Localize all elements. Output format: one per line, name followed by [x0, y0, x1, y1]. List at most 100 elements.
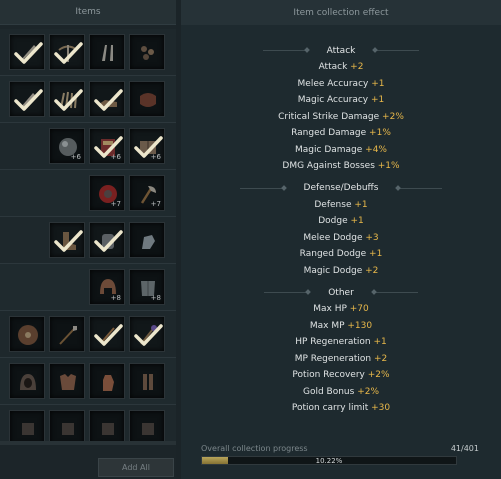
scroll-track[interactable] [0, 441, 176, 445]
item-slot[interactable] [129, 81, 165, 117]
item-row: +7 +7 [0, 170, 176, 217]
item-row [0, 311, 176, 358]
checkmark-icon [134, 324, 163, 346]
divider-line [375, 50, 420, 51]
item-slot[interactable] [9, 81, 45, 117]
stat-label: Attack [318, 62, 348, 72]
item-slot[interactable]: +8 [89, 269, 125, 305]
item-slot[interactable] [9, 316, 45, 352]
items-header-label: Items [75, 7, 101, 17]
stat-line: Magic Dodge +2 [181, 263, 501, 280]
gauntlet-icon [142, 235, 155, 249]
item-slot[interactable] [89, 34, 125, 70]
item-slot[interactable]: +7 [89, 175, 125, 211]
section-title-label: Other [328, 287, 354, 298]
enhancement-level: +8 [150, 294, 161, 302]
greaves-icon [143, 374, 153, 390]
item-slot[interactable]: +8 [129, 269, 165, 305]
item-slot[interactable] [9, 34, 45, 70]
item-slot[interactable] [89, 363, 125, 399]
item-icon [22, 423, 34, 435]
add-all-button[interactable]: Add All [98, 458, 174, 477]
stat-value: +30 [368, 403, 391, 413]
dagger-pair-icon [102, 45, 113, 61]
checkmark-icon [54, 89, 83, 111]
stat-line: Magic Accuracy +1 [181, 92, 501, 109]
stat-value: +1 [368, 78, 385, 89]
beads-icon [141, 46, 154, 60]
item-slot[interactable] [49, 316, 85, 352]
checkmark-icon [94, 230, 123, 252]
stat-value: +2 [362, 265, 379, 276]
hood-icon [20, 374, 36, 390]
section-title-label: Attack [326, 45, 356, 56]
stat-line: Attack +2 [181, 59, 501, 76]
stat-label: Magic Damage [295, 144, 363, 155]
checkmark-icon [54, 42, 83, 64]
enhancement-level: +6 [70, 153, 81, 161]
stat-value: +2 [371, 353, 388, 364]
section-title: Attack [181, 43, 501, 58]
stat-label: MP Regeneration [294, 353, 372, 364]
item-slot[interactable] [129, 34, 165, 70]
item-slot[interactable] [49, 81, 85, 117]
stat-value: +3 [362, 232, 379, 243]
item-icon [102, 423, 114, 435]
item-slot[interactable] [89, 410, 125, 441]
item-slot[interactable] [129, 316, 165, 352]
stat-label: Melee Accuracy [297, 78, 369, 89]
item-rows[interactable]: +6 +6 +6 +7 +7 +8 +8 [0, 29, 176, 441]
item-slot[interactable]: +6 [49, 128, 85, 164]
item-slot[interactable] [9, 363, 45, 399]
stat-label: Magic Accuracy [297, 95, 369, 105]
item-slot[interactable]: +7 [129, 175, 165, 211]
divider-line [239, 187, 284, 189]
stat-line: Dodge +1 [181, 213, 501, 230]
stat-label: Ranged Dodge [299, 249, 367, 259]
stat-line: Max MP +130 [181, 318, 501, 335]
item-slot[interactable] [89, 81, 125, 117]
stat-value: +2% [364, 370, 390, 380]
stat-label: Dodge [318, 216, 348, 226]
stat-value: +1 [370, 337, 387, 347]
checkmark-icon [14, 89, 43, 111]
stat-label: Critical Strike Damage [278, 111, 380, 122]
progress-label: Overall collection progress [201, 444, 308, 453]
item-slot[interactable] [49, 222, 85, 258]
divider-line [398, 187, 443, 189]
stat-label: Melee Dodge [303, 232, 363, 243]
divider-line [262, 50, 307, 51]
item-slot[interactable] [9, 410, 45, 441]
effect-header-label: Item collection effect [293, 7, 389, 18]
stat-line: DMG Against Bosses +1% [181, 158, 501, 175]
item-slot[interactable] [129, 363, 165, 399]
enhancement-level: +7 [110, 200, 121, 208]
item-slot[interactable]: +6 [89, 128, 125, 164]
section-title: Defense/Debuffs [181, 181, 501, 196]
progress-percent: 10.22% [315, 457, 343, 465]
stat-line: Ranged Damage +1% [181, 125, 501, 142]
checkmark-icon [14, 42, 43, 64]
item-slot[interactable] [49, 410, 85, 441]
checkmark-icon [94, 89, 123, 111]
item-row [0, 76, 176, 123]
item-slot[interactable] [129, 222, 165, 258]
effect-list: Attack Attack +2 Melee Accuracy +1 Magic Ac… [181, 43, 501, 417]
stat-line: Defense +1 [181, 197, 501, 214]
stat-label: Potion Recovery [292, 370, 365, 380]
item-slot[interactable] [89, 222, 125, 258]
item-icon [142, 423, 154, 435]
checkmark-icon [94, 324, 123, 346]
item-slot[interactable] [49, 34, 85, 70]
item-row: +6 +6 +6 [0, 123, 176, 170]
stat-label: Max HP [313, 304, 347, 314]
spear-icon [59, 326, 77, 345]
item-slot[interactable] [49, 363, 85, 399]
stat-line: Magic Damage +4% [181, 142, 501, 159]
item-slot[interactable]: +6 [129, 128, 165, 164]
item-row [0, 217, 176, 264]
item-slot[interactable] [129, 410, 165, 441]
stat-value: +1 [368, 95, 385, 105]
item-slot[interactable] [89, 316, 125, 352]
stat-label: DMG Against Bosses [282, 161, 375, 171]
